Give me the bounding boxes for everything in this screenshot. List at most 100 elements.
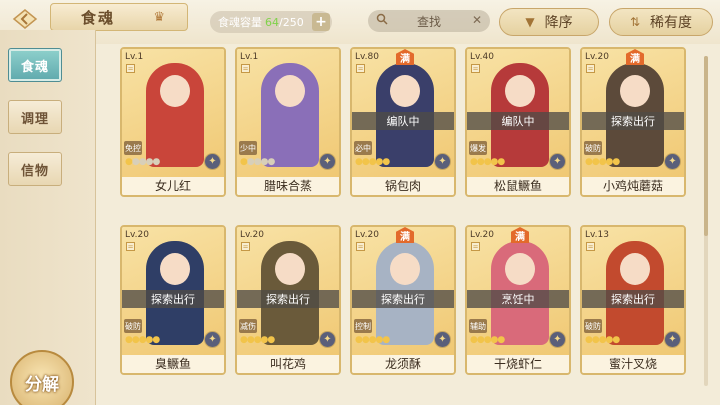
character-face	[505, 75, 535, 107]
decompose-button[interactable]: 分解	[10, 350, 74, 405]
sort-order-button[interactable]: ▼ 降序	[499, 8, 599, 36]
level-marker-icon: =	[586, 242, 595, 251]
level-marker-icon: =	[356, 64, 365, 73]
level-label: Lv.40	[470, 52, 494, 62]
food-soul-card[interactable]: Lv.20 = 探索出行减伤 ●●●●● ✦ 叫花鸡	[235, 225, 341, 375]
role-badge: 破防	[124, 319, 142, 333]
capacity-total: /250	[279, 15, 304, 29]
level-label: Lv.20	[355, 230, 379, 240]
role-badge: 少中	[239, 141, 257, 155]
level-marker-icon: =	[356, 242, 365, 251]
star-rating: ●●●●●	[240, 335, 275, 345]
food-soul-name: 叫花鸡	[237, 355, 339, 373]
character-face	[505, 253, 535, 285]
level-marker-icon: =	[241, 242, 250, 251]
skill-emblem-icon: ✦	[319, 153, 336, 170]
capacity-indicator: 食魂容量 64 /250 +	[210, 11, 332, 33]
food-soul-name: 小鸡炖蘑菇	[582, 177, 684, 195]
character-face	[275, 75, 305, 107]
skill-emblem-icon: ✦	[204, 331, 221, 348]
food-soul-name: 臭鳜鱼	[122, 355, 224, 373]
character-face	[620, 75, 650, 107]
level-marker-icon: =	[471, 64, 480, 73]
level-label: Lv.1	[240, 52, 259, 62]
level-label: Lv.20	[470, 230, 494, 240]
character-face	[620, 253, 650, 285]
capacity-label: 食魂容量	[218, 16, 262, 29]
star-rating: ●●●●●	[585, 335, 620, 345]
capacity-current: 64	[265, 15, 279, 29]
sort-order-label: 降序	[544, 15, 573, 31]
level-label: Lv.80	[355, 52, 379, 62]
back-arrow-icon[interactable]	[8, 5, 42, 33]
food-soul-card[interactable]: Lv.20 = 满烹饪中 辅助 ●●●●● ✦ 干烧虾仁	[465, 225, 571, 375]
rarity-filter-label: 稀有度	[650, 15, 693, 31]
level-marker-icon: =	[241, 64, 250, 73]
add-capacity-button[interactable]: +	[312, 13, 330, 31]
character-face	[390, 253, 420, 285]
star-rating: ●●●●●	[355, 157, 390, 167]
scrollbar-thumb[interactable]	[704, 56, 708, 236]
role-badge: 破防	[584, 141, 602, 155]
food-soul-name: 女儿红	[122, 177, 224, 195]
status-banner: 探索出行	[582, 290, 684, 308]
skill-emblem-icon: ✦	[664, 153, 681, 170]
star-rating: ●●●●●	[585, 157, 620, 167]
clear-search-icon[interactable]: ✕	[472, 13, 482, 27]
food-soul-name: 松鼠鳜鱼	[467, 177, 569, 195]
level-label: Lv.20	[125, 230, 149, 240]
sort-arrow-icon: ▼	[525, 15, 535, 29]
decompose-label: 分解	[25, 374, 59, 395]
level-marker-icon: =	[126, 242, 135, 251]
role-badge: 减伤	[239, 319, 257, 333]
star-rating: ●●●●●	[125, 157, 160, 167]
character-face	[160, 253, 190, 285]
status-banner: 探索出行	[122, 290, 224, 308]
food-soul-name: 龙须酥	[352, 355, 454, 373]
food-soul-name: 蜜汁叉烧	[582, 355, 684, 373]
status-banner: 探索出行	[237, 290, 339, 308]
food-soul-grid: Lv.1 = 免控 ●●●●● ✦ 女儿红 Lv.1 = 少中 ●●●●● ✦ 腊味合蒸 Lv.80 = 满…	[120, 47, 686, 397]
skill-emblem-icon: ✦	[319, 331, 336, 348]
skill-emblem-icon: ✦	[434, 331, 451, 348]
role-badge: 必中	[354, 141, 372, 155]
star-rating: ●●●●●	[240, 157, 275, 167]
search-input[interactable]: 查找 ✕	[368, 10, 490, 32]
sidebar-tab-tokens[interactable]: 信物	[8, 152, 62, 186]
level-label: Lv.20	[585, 52, 609, 62]
rarity-filter-button[interactable]: ⇅ 稀有度	[609, 8, 713, 36]
character-face	[390, 75, 420, 107]
role-badge: 辅助	[469, 319, 487, 333]
status-banner: 编队中	[467, 112, 569, 130]
character-face	[160, 75, 190, 107]
sidebar-tab-label: 信物	[20, 163, 49, 179]
level-marker-icon: =	[471, 242, 480, 251]
star-rating: ●●●●●	[470, 335, 505, 345]
status-banner: 编队中	[352, 112, 454, 130]
sidebar-tab-conditioning[interactable]: 调理	[8, 100, 62, 134]
food-soul-card[interactable]: Lv.80 = 满编队中 必中 ●●●●● ✦ 锅包肉	[350, 47, 456, 197]
sidebar-tab-label: 调理	[20, 111, 49, 127]
food-soul-card[interactable]: Lv.20 = 探索出行 破防 ●●●●● ✦ 臭鳜鱼	[120, 225, 226, 375]
crown-icon: ♛	[153, 10, 167, 25]
character-face	[275, 253, 305, 285]
food-soul-name: 锅包肉	[352, 177, 454, 195]
rarity-icon: ⇅	[629, 15, 641, 29]
role-badge: 破防	[584, 319, 602, 333]
food-soul-card[interactable]: Lv.13 = 探索出行 破防 ●●●●● ✦ 蜜汁叉烧	[580, 225, 686, 375]
food-soul-card[interactable]: Lv.1 = 少中 ●●●●● ✦ 腊味合蒸	[235, 47, 341, 197]
skill-emblem-icon: ✦	[549, 153, 566, 170]
sidebar: 食魂 调理 信物 分解	[0, 30, 96, 405]
food-soul-card[interactable]: Lv.40 = 编队中爆发 ●●●●● ✦ 松鼠鳜鱼	[465, 47, 571, 197]
grid-scrollbar[interactable]	[704, 56, 708, 386]
skill-emblem-icon: ✦	[549, 331, 566, 348]
sidebar-tab-food-souls[interactable]: 食魂	[8, 48, 62, 82]
level-label: Lv.20	[240, 230, 264, 240]
page-title: 食魂	[81, 8, 116, 27]
role-badge: 爆发	[469, 141, 487, 155]
role-badge: 免控	[124, 141, 142, 155]
food-soul-card[interactable]: Lv.20 = 满探索出行 破防 ●●●●● ✦ 小鸡炖蘑菇	[580, 47, 686, 197]
food-soul-card[interactable]: Lv.1 = 免控 ●●●●● ✦ 女儿红	[120, 47, 226, 197]
star-rating: ●●●●●	[470, 157, 505, 167]
food-soul-card[interactable]: Lv.20 = 满探索出行 控制 ●●●●● ✦ 龙须酥	[350, 225, 456, 375]
